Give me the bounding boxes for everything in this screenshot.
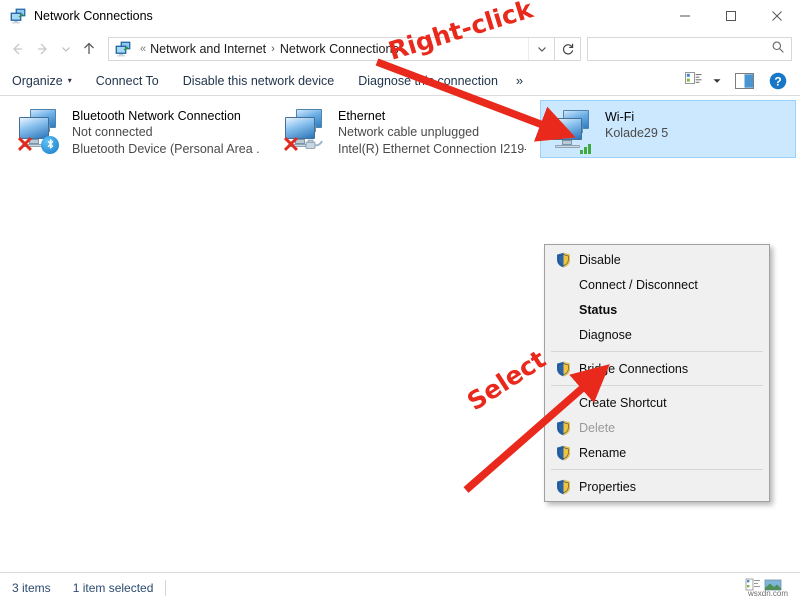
watermark: wsxdn.com (740, 575, 796, 601)
menu-item-label: Rename (575, 446, 626, 460)
disable-network-device-button[interactable]: Disable this network device (171, 69, 346, 93)
shield-icon (551, 251, 575, 269)
chevron-down-icon: ▾ (68, 76, 72, 85)
menu-item-label: Diagnose (575, 328, 632, 342)
organize-label: Organize (12, 74, 63, 88)
menu-item-properties[interactable]: Properties (545, 474, 769, 499)
menu-item-bridge-connections[interactable]: Bridge Connections (545, 356, 769, 381)
menu-item-label: Connect / Disconnect (575, 278, 698, 292)
connection-status: Network cable unplugged (338, 124, 526, 141)
breadcrumb-item-network-connections[interactable]: Network Connections (280, 42, 399, 56)
watermark-text: wsxdn.com (748, 589, 788, 598)
network-adapter-icon: ✕ (16, 106, 64, 154)
shield-icon (551, 444, 575, 462)
bluetooth-badge-icon (41, 136, 59, 154)
menu-item-rename[interactable]: Rename (545, 440, 769, 465)
connection-name: Ethernet (338, 108, 526, 124)
help-icon[interactable]: ? (762, 69, 794, 93)
breadcrumb-path-icon (115, 41, 131, 57)
connect-to-button[interactable]: Connect To (84, 69, 171, 93)
preview-pane-icon[interactable] (726, 69, 762, 93)
close-button[interactable] (754, 0, 800, 32)
recent-locations-chevron-down-icon[interactable] (56, 36, 76, 62)
menu-item-disable[interactable]: Disable (545, 247, 769, 272)
list-item[interactable]: ✕ Ethernet Network cable unplugged Intel… (274, 100, 532, 158)
search-input[interactable] (594, 42, 771, 56)
network-adapter-icon (549, 107, 597, 155)
menu-separator (551, 469, 763, 470)
breadcrumb-chevron-down-icon[interactable] (528, 38, 554, 60)
view-options-icon[interactable] (680, 69, 708, 93)
selection-count-label: 1 item selected (51, 581, 154, 595)
status-bar: 3 items 1 item selected wsxdn.com (0, 572, 800, 602)
menu-item-status[interactable]: Status (545, 297, 769, 322)
list-item[interactable]: ✕ Bluetooth Network Connection Not conne… (8, 100, 266, 158)
list-item-wifi[interactable]: Wi-Fi Kolade29 5 (540, 100, 796, 158)
forward-button[interactable] (30, 36, 56, 62)
context-menu: Disable Connect / Disconnect Status Diag… (544, 244, 770, 502)
search-icon[interactable] (771, 40, 785, 59)
connections-list: ✕ Bluetooth Network Connection Not conne… (0, 96, 800, 572)
menu-item-label: Delete (575, 421, 615, 435)
connection-status: Kolade29 5 (605, 125, 668, 142)
network-adapter-icon: ✕ (282, 106, 330, 154)
shield-icon (551, 419, 575, 437)
menu-separator (551, 385, 763, 386)
window-title: Network Connections (34, 9, 153, 23)
menu-icon-placeholder (551, 301, 575, 319)
back-button[interactable] (4, 36, 30, 62)
menu-item-label: Bridge Connections (575, 362, 688, 376)
view-options-chevron-down-icon[interactable] (708, 69, 726, 93)
disconnected-badge-icon: ✕ (15, 136, 35, 156)
shield-icon (551, 360, 575, 378)
breadcrumb-separator[interactable]: › (266, 43, 280, 55)
refresh-button[interactable] (555, 37, 581, 61)
connection-name: Wi-Fi (605, 109, 668, 125)
menu-item-label: Status (575, 303, 617, 317)
list-item-text: Ethernet Network cable unplugged Intel(R… (338, 106, 526, 158)
menu-item-label: Properties (575, 480, 636, 494)
connection-device: Intel(R) Ethernet Connection I219-... (338, 141, 526, 158)
title-bar: Network Connections (0, 0, 800, 32)
breadcrumb[interactable]: « Network and Internet › Network Connect… (108, 37, 555, 61)
connection-name: Bluetooth Network Connection (72, 108, 260, 124)
menu-item-create-shortcut[interactable]: Create Shortcut (545, 390, 769, 415)
window-controls (662, 0, 800, 32)
menu-icon-placeholder (551, 394, 575, 412)
signal-strength-badge-icon (579, 140, 595, 154)
menu-item-diagnose[interactable]: Diagnose (545, 322, 769, 347)
connection-device: Bluetooth Device (Personal Area ... (72, 141, 260, 158)
list-item-text: Bluetooth Network Connection Not connect… (72, 106, 260, 158)
minimize-button[interactable] (662, 0, 708, 32)
menu-separator (551, 351, 763, 352)
shield-icon (551, 478, 575, 496)
menu-item-label: Disable (575, 253, 621, 267)
disconnected-badge-icon: ✕ (281, 136, 301, 156)
item-count-label: 3 items (0, 581, 51, 595)
command-overflow-button[interactable]: » (510, 73, 529, 88)
connection-status: Not connected (72, 124, 260, 141)
svg-text:?: ? (774, 74, 781, 88)
file-explorer-window: Network Connections (0, 0, 800, 602)
menu-icon-placeholder (551, 326, 575, 344)
menu-item-connect-disconnect[interactable]: Connect / Disconnect (545, 272, 769, 297)
menu-icon-placeholder (551, 276, 575, 294)
up-button[interactable] (76, 36, 102, 62)
ethernet-cable-badge-icon (304, 138, 326, 152)
menu-item-label: Create Shortcut (575, 396, 667, 410)
search-box[interactable] (587, 37, 792, 61)
breadcrumb-overflow[interactable]: « (136, 43, 150, 55)
status-divider (165, 580, 166, 596)
breadcrumb-item-network-and-internet[interactable]: Network and Internet (150, 42, 266, 56)
list-item-text: Wi-Fi Kolade29 5 (605, 107, 668, 142)
menu-item-delete: Delete (545, 415, 769, 440)
organize-button[interactable]: Organize ▾ (0, 69, 84, 93)
command-bar: Organize ▾ Connect To Disable this netwo… (0, 66, 800, 96)
diagnose-connection-button[interactable]: Diagnose this connection (346, 69, 510, 93)
network-connections-icon (10, 8, 26, 24)
maximize-button[interactable] (708, 0, 754, 32)
